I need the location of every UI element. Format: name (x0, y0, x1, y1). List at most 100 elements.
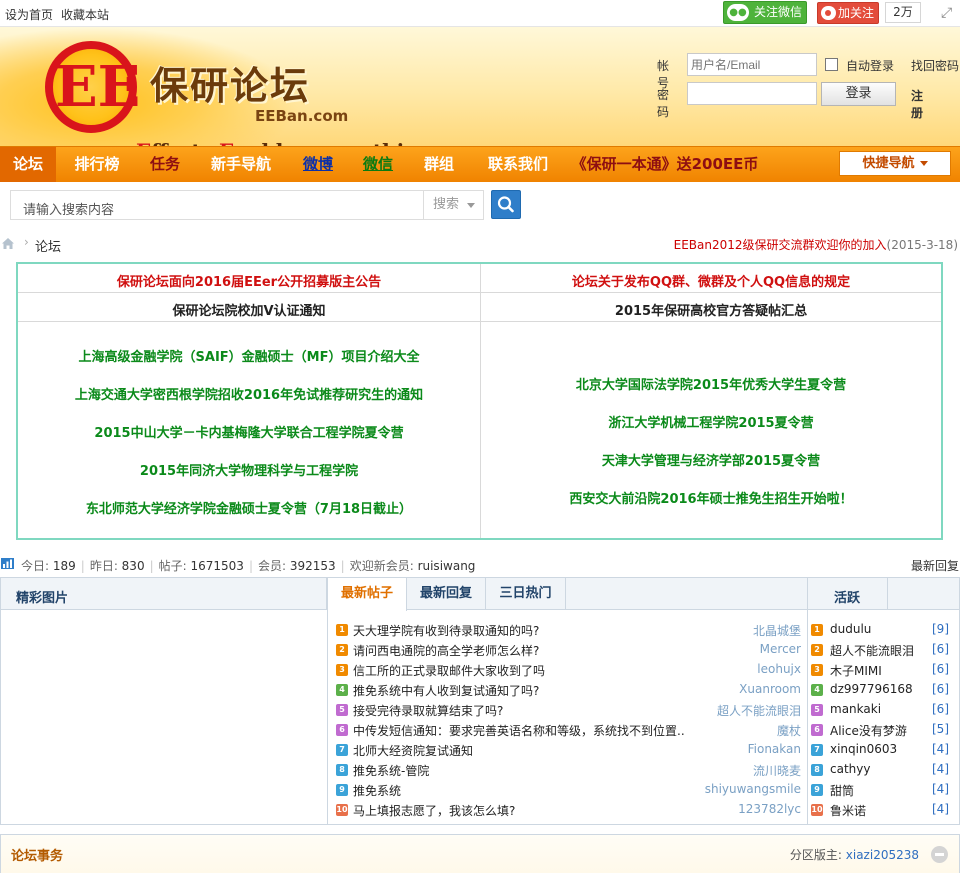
search-button[interactable] (491, 190, 521, 219)
moderator-link[interactable]: xiazi205238 (846, 848, 919, 862)
post-author-link[interactable]: leohujx (757, 662, 801, 676)
post-row[interactable]: 9 推免系统 shiyuwangsmile (336, 780, 801, 800)
post-author-link[interactable]: Xuanroom (739, 682, 801, 696)
post-title-link[interactable]: 推免系统-管院 (353, 762, 429, 779)
active-user-row[interactable]: 9 甜筒 [4] (811, 780, 949, 800)
active-user-row[interactable]: 4 dz997796168 [6] (811, 680, 949, 700)
post-title-link[interactable]: 信工所的正式录取邮件大家收到了吗 (353, 662, 545, 679)
post-author-link[interactable]: 123782lyc (738, 802, 801, 816)
announcement-link[interactable]: 2015中山大学－卡内基梅隆大学联合工程学院夏令营 (18, 422, 480, 441)
post-row[interactable]: 7 北师大经资院复试通知 Fionakan (336, 740, 801, 760)
account-input[interactable] (687, 53, 817, 76)
newest-member-link[interactable]: ruisiwang (418, 559, 476, 573)
announcement-link[interactable]: 西安交大前沿院2016年硕士推免生招生开始啦！ (480, 488, 942, 507)
post-author-link[interactable]: shiyuwangsmile (705, 782, 801, 796)
post-title-link[interactable]: 推免系统中有人收到复试通知了吗? (353, 682, 539, 699)
nav-groups[interactable]: 群组 (414, 147, 464, 183)
announcement-link[interactable]: 保研论坛院校加V认证通知 (18, 300, 480, 319)
user-name-link[interactable]: Alice没有梦游 (830, 722, 907, 739)
post-title-link[interactable]: 中传发短信通知：要求完善英语名称和等级，系统找不到位置.. (353, 722, 685, 739)
nav-weibo[interactable]: 微博 (294, 147, 342, 183)
post-author-link[interactable]: 超人不能流眼泪 (717, 702, 801, 719)
user-name-link[interactable]: mankaki (830, 702, 881, 716)
announcement-link[interactable]: 东北师范大学经济学院金融硕士夏令营（7月18日截止） (18, 498, 480, 517)
post-row[interactable]: 5 接受完待录取就算结束了吗? 超人不能流眼泪 (336, 700, 801, 720)
user-name-link[interactable]: 木子MIMI (830, 662, 882, 679)
post-author-link[interactable]: 流川晓麦 (753, 762, 801, 779)
post-title-link[interactable]: 接受完待录取就算结束了吗? (353, 702, 503, 719)
user-name-link[interactable]: 甜筒 (830, 782, 854, 799)
announcement-link[interactable]: 浙江大学机械工程学院2015夏令营 (480, 412, 942, 431)
announcement-link[interactable]: 保研论坛面向2016届EEer公开招募版主公告 (18, 271, 480, 290)
active-user-row[interactable]: 1 dudulu [9] (811, 620, 949, 640)
post-row[interactable]: 10 马上填报志愿了，我该怎么填? 123782lyc (336, 800, 801, 820)
post-author-link[interactable]: Mercer (760, 642, 801, 656)
user-name-link[interactable]: 鲁米诺 (830, 802, 866, 819)
breadcrumb-current[interactable]: 论坛 (35, 236, 61, 255)
latest-reply-link[interactable]: 最新回复 (911, 557, 959, 574)
password-input[interactable] (687, 82, 817, 105)
post-row[interactable]: 4 推免系统中有人收到复试通知了吗? Xuanroom (336, 680, 801, 700)
announcement-link[interactable]: 上海交通大学密西根学院招收2016年免试推荐研究生的通知 (18, 384, 480, 403)
post-row[interactable]: 6 中传发短信通知：要求完善英语名称和等级，系统找不到位置.. 魔杖 (336, 720, 801, 740)
nav-forum[interactable]: 论坛 (0, 147, 56, 183)
post-author-link[interactable]: 北晶城堡 (753, 622, 801, 639)
announcement-link[interactable]: 上海高级金融学院（SAIF）金融硕士（MF）项目介绍大全 (18, 346, 480, 365)
forum-affairs-title[interactable]: 论坛事务 (11, 845, 63, 864)
auto-login-label[interactable]: 自动登录 (846, 57, 894, 74)
weibo-follow-button[interactable]: 加关注 (817, 2, 879, 24)
user-name-link[interactable]: dz997796168 (830, 682, 913, 696)
set-home-link[interactable]: 设为首页 (5, 8, 53, 22)
header-announcement[interactable]: EEBan2012级保研交流群欢迎你的加入(2015-3-18) (674, 236, 958, 253)
announcement-link[interactable]: 论坛关于发布QQ群、微群及个人QQ信息的规定 (480, 271, 942, 290)
nav-tasks[interactable]: 任务 (140, 147, 190, 183)
user-name-link[interactable]: 超人不能流眼泪 (830, 642, 914, 659)
tab-latest-replies[interactable]: 最新回复 (407, 578, 486, 610)
user-name-link[interactable]: xinqin0603 (830, 742, 897, 756)
nav-guide[interactable]: 新手导航 (202, 147, 280, 183)
announcement-link[interactable]: 北京大学国际法学院2015年优秀大学生夏令营 (480, 374, 942, 393)
post-row[interactable]: 8 推免系统-管院 流川晓麦 (336, 760, 801, 780)
login-button[interactable]: 登录 (821, 82, 896, 106)
logo-ee-mark[interactable]: EE (45, 41, 140, 133)
active-user-row[interactable]: 5 mankaki [6] (811, 700, 949, 720)
post-row[interactable]: 3 信工所的正式录取邮件大家收到了吗 leohujx (336, 660, 801, 680)
post-row[interactable]: 2 请问西电通院的高全学老师怎么样? Mercer (336, 640, 801, 660)
announcement-link[interactable]: 2015年同济大学物理科学与工程学院 (18, 460, 480, 479)
bookmark-link[interactable]: 收藏本站 (61, 8, 109, 22)
register-link[interactable]: 注册 (911, 87, 923, 121)
active-user-row[interactable]: 6 Alice没有梦游 [5] (811, 720, 949, 740)
auto-login-checkbox[interactable] (825, 58, 838, 71)
home-icon[interactable] (1, 237, 15, 250)
nav-wechat[interactable]: 微信 (354, 147, 402, 183)
user-name-link[interactable]: cathyy (830, 762, 870, 776)
search-input[interactable]: 请输入搜索内容 (23, 199, 114, 218)
user-name-link[interactable]: dudulu (830, 622, 871, 636)
post-title-link[interactable]: 北师大经资院复试通知 (353, 742, 473, 759)
nav-ranking[interactable]: 排行榜 (64, 147, 130, 183)
tab-three-day-hot[interactable]: 三日热门 (486, 578, 566, 610)
active-user-row[interactable]: 3 木子MIMI [6] (811, 660, 949, 680)
find-password-link[interactable]: 找回密码 (911, 57, 959, 74)
nav-promo[interactable]: 《保研一本通》送200EE币 (570, 147, 760, 183)
announcement-link[interactable]: 2015年保研高校官方答疑帖汇总 (480, 300, 942, 319)
nav-contact[interactable]: 联系我们 (478, 147, 558, 183)
active-user-row[interactable]: 7 xinqin0603 [4] (811, 740, 949, 760)
active-user-row[interactable]: 2 超人不能流眼泪 [6] (811, 640, 949, 660)
post-author-link[interactable]: Fionakan (748, 742, 801, 756)
expand-icon[interactable]: ⤢ (941, 6, 952, 20)
tab-latest-posts[interactable]: 最新帖子 (328, 578, 407, 611)
post-title-link[interactable]: 推免系统 (353, 782, 401, 799)
post-author-link[interactable]: 魔杖 (777, 722, 801, 739)
active-user-row[interactable]: 8 cathyy [4] (811, 760, 949, 780)
search-type-select[interactable]: 搜索 (423, 191, 483, 219)
collapse-icon[interactable] (931, 846, 948, 863)
active-user-row[interactable]: 10 鲁米诺 [4] (811, 800, 949, 820)
post-title-link[interactable]: 马上填报志愿了，我该怎么填? (353, 802, 515, 819)
post-title-link[interactable]: 天大理学院有收到待录取通知的吗? (353, 622, 539, 639)
post-title-link[interactable]: 请问西电通院的高全学老师怎么样? (353, 642, 539, 659)
post-row[interactable]: 1 天大理学院有收到待录取通知的吗? 北晶城堡 (336, 620, 801, 640)
announcement-link[interactable]: 天津大学管理与经济学部2015夏令营 (480, 450, 942, 469)
quick-nav-button[interactable]: 快捷导航 (839, 151, 951, 176)
wechat-follow-button[interactable]: ●● 关注微信 (723, 1, 807, 24)
